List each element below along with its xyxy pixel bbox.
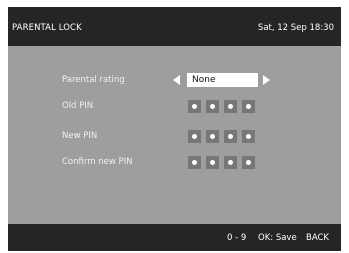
pin-digit xyxy=(224,156,237,169)
confirm-pin-label: Confirm new PIN xyxy=(62,157,133,167)
parental-lock-screen: PARENTAL LOCK Sat, 12 Sep 18:30 Parental… xyxy=(8,7,341,251)
new-pin-input[interactable] xyxy=(188,130,255,143)
pin-digit xyxy=(188,100,201,113)
arrow-right-icon[interactable] xyxy=(263,75,270,85)
digits-hint: 0 - 9 xyxy=(227,233,247,243)
pin-digit xyxy=(206,100,219,113)
confirm-pin-input[interactable] xyxy=(188,156,255,169)
datetime-display: Sat, 12 Sep 18:30 xyxy=(257,23,334,33)
pin-digit xyxy=(188,156,201,169)
page-title: PARENTAL LOCK xyxy=(12,23,82,33)
pin-digit xyxy=(206,156,219,169)
old-pin-input[interactable] xyxy=(188,100,255,113)
parental-rating-label: Parental rating xyxy=(62,75,125,85)
arrow-left-icon[interactable] xyxy=(173,75,180,85)
pin-digit xyxy=(242,100,255,113)
pin-digit xyxy=(188,130,201,143)
parental-rating-select[interactable]: None xyxy=(187,73,258,87)
footer-bar: 0 - 9 OK: Save BACK xyxy=(8,224,341,251)
ok-save-hint[interactable]: OK: Save xyxy=(258,233,297,243)
back-hint[interactable]: BACK xyxy=(306,233,329,243)
old-pin-label: Old PIN xyxy=(62,101,94,111)
pin-digit xyxy=(242,156,255,169)
pin-digit xyxy=(242,130,255,143)
pin-digit xyxy=(224,130,237,143)
pin-digit xyxy=(206,130,219,143)
new-pin-label: New PIN xyxy=(62,131,98,141)
pin-digit xyxy=(224,100,237,113)
header-bar: PARENTAL LOCK Sat, 12 Sep 18:30 xyxy=(8,7,341,46)
